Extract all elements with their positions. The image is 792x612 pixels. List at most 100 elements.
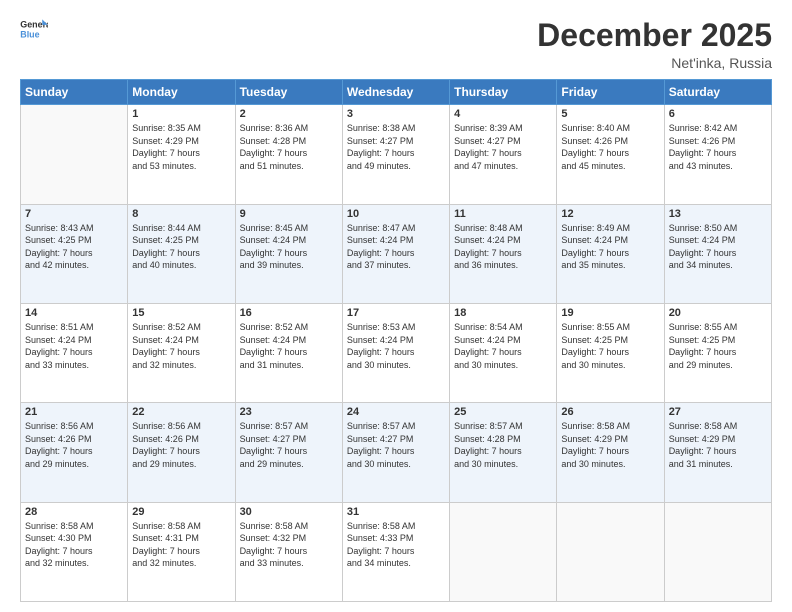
calendar-week-row: 21 Sunrise: 8:56 AM Sunset: 4:26 PM Dayli… bbox=[21, 403, 772, 502]
day-number: 13 bbox=[669, 208, 767, 220]
main-title: December 2025 bbox=[537, 18, 772, 53]
calendar-week-row: 14 Sunrise: 8:51 AM Sunset: 4:24 PM Dayli… bbox=[21, 303, 772, 402]
table-row: 23Sunrise: 8:57 AM Sunset: 4:27 PM Dayli… bbox=[235, 403, 342, 502]
col-monday: Monday bbox=[128, 80, 235, 105]
day-number: 18 bbox=[454, 307, 552, 319]
day-info: Sunrise: 8:51 AM Sunset: 4:24 PM Dayligh… bbox=[25, 321, 123, 371]
page: General Blue December 2025 Net'inka, Rus… bbox=[0, 0, 792, 612]
col-wednesday: Wednesday bbox=[342, 80, 449, 105]
top-section: General Blue December 2025 Net'inka, Rus… bbox=[20, 18, 772, 71]
day-number: 25 bbox=[454, 406, 552, 418]
col-tuesday: Tuesday bbox=[235, 80, 342, 105]
day-number: 1 bbox=[132, 108, 230, 120]
table-row: 30 Sunrise: 8:58 AM Sunset: 4:32 PM Dayli… bbox=[235, 502, 342, 601]
day-info: Sunrise: 8:55 AM Sunset: 4:25 PM Dayligh… bbox=[561, 321, 659, 371]
day-number: 16 bbox=[240, 307, 338, 319]
table-row: 15Sunrise: 8:52 AM Sunset: 4:24 PM Dayli… bbox=[128, 303, 235, 402]
day-number: 9 bbox=[240, 208, 338, 220]
table-row bbox=[450, 502, 557, 601]
table-row: 11Sunrise: 8:48 AM Sunset: 4:24 PM Dayli… bbox=[450, 204, 557, 303]
day-number: 19 bbox=[561, 307, 659, 319]
table-row: 2 Sunrise: 8:36 AM Sunset: 4:28 PM Daylig… bbox=[235, 105, 342, 204]
day-info: Sunrise: 8:57 AM Sunset: 4:27 PM Dayligh… bbox=[240, 420, 338, 470]
day-info: Sunrise: 8:58 AM Sunset: 4:33 PM Dayligh… bbox=[347, 520, 445, 570]
day-number: 12 bbox=[561, 208, 659, 220]
table-row: 1Sunrise: 8:35 AM Sunset: 4:29 PM Daylig… bbox=[128, 105, 235, 204]
col-saturday: Saturday bbox=[664, 80, 771, 105]
table-row: 16Sunrise: 8:52 AM Sunset: 4:24 PM Dayli… bbox=[235, 303, 342, 402]
col-sunday: Sunday bbox=[21, 80, 128, 105]
day-info: Sunrise: 8:42 AM Sunset: 4:26 PM Dayligh… bbox=[669, 122, 767, 172]
day-info: Sunrise: 8:53 AM Sunset: 4:24 PM Dayligh… bbox=[347, 321, 445, 371]
day-number: 10 bbox=[347, 208, 445, 220]
table-row: 29 Sunrise: 8:58 AM Sunset: 4:31 PM Dayli… bbox=[128, 502, 235, 601]
day-info: Sunrise: 8:36 AM Sunset: 4:28 PM Dayligh… bbox=[240, 122, 338, 172]
day-info: Sunrise: 8:50 AM Sunset: 4:24 PM Dayligh… bbox=[669, 222, 767, 272]
day-info: Sunrise: 8:45 AM Sunset: 4:24 PM Dayligh… bbox=[240, 222, 338, 272]
table-row: 25 Sunrise: 8:57 AM Sunset: 4:28 PM Dayli… bbox=[450, 403, 557, 502]
day-number: 14 bbox=[25, 307, 123, 319]
table-row: 8 Sunrise: 8:44 AM Sunset: 4:25 PM Daylig… bbox=[128, 204, 235, 303]
table-row: 17Sunrise: 8:53 AM Sunset: 4:24 PM Dayli… bbox=[342, 303, 449, 402]
day-number: 28 bbox=[25, 506, 123, 518]
table-row: 20 Sunrise: 8:55 AM Sunset: 4:25 PM Dayli… bbox=[664, 303, 771, 402]
logo: General Blue bbox=[20, 18, 48, 40]
calendar-header-row: Sunday Monday Tuesday Wednesday Thursday… bbox=[21, 80, 772, 105]
day-info: Sunrise: 8:47 AM Sunset: 4:24 PM Dayligh… bbox=[347, 222, 445, 272]
day-info: Sunrise: 8:56 AM Sunset: 4:26 PM Dayligh… bbox=[132, 420, 230, 470]
day-info: Sunrise: 8:58 AM Sunset: 4:30 PM Dayligh… bbox=[25, 520, 123, 570]
day-info: Sunrise: 8:58 AM Sunset: 4:29 PM Dayligh… bbox=[669, 420, 767, 470]
table-row: 27 Sunrise: 8:58 AM Sunset: 4:29 PM Dayli… bbox=[664, 403, 771, 502]
table-row bbox=[21, 105, 128, 204]
calendar-week-row: 28 Sunrise: 8:58 AM Sunset: 4:30 PM Dayli… bbox=[21, 502, 772, 601]
day-info: Sunrise: 8:57 AM Sunset: 4:27 PM Dayligh… bbox=[347, 420, 445, 470]
day-info: Sunrise: 8:38 AM Sunset: 4:27 PM Dayligh… bbox=[347, 122, 445, 172]
day-number: 4 bbox=[454, 108, 552, 120]
day-number: 11 bbox=[454, 208, 552, 220]
table-row: 3 Sunrise: 8:38 AM Sunset: 4:27 PM Daylig… bbox=[342, 105, 449, 204]
table-row: 28 Sunrise: 8:58 AM Sunset: 4:30 PM Dayli… bbox=[21, 502, 128, 601]
table-row: 24 Sunrise: 8:57 AM Sunset: 4:27 PM Dayli… bbox=[342, 403, 449, 502]
day-number: 20 bbox=[669, 307, 767, 319]
table-row: 31 Sunrise: 8:58 AM Sunset: 4:33 PM Dayli… bbox=[342, 502, 449, 601]
col-friday: Friday bbox=[557, 80, 664, 105]
table-row: 5Sunrise: 8:40 AM Sunset: 4:26 PM Daylig… bbox=[557, 105, 664, 204]
svg-text:Blue: Blue bbox=[20, 29, 39, 39]
day-number: 29 bbox=[132, 506, 230, 518]
table-row: 14 Sunrise: 8:51 AM Sunset: 4:24 PM Dayli… bbox=[21, 303, 128, 402]
day-number: 6 bbox=[669, 108, 767, 120]
day-info: Sunrise: 8:57 AM Sunset: 4:28 PM Dayligh… bbox=[454, 420, 552, 470]
day-info: Sunrise: 8:58 AM Sunset: 4:32 PM Dayligh… bbox=[240, 520, 338, 570]
day-number: 26 bbox=[561, 406, 659, 418]
table-row: 18Sunrise: 8:54 AM Sunset: 4:24 PM Dayli… bbox=[450, 303, 557, 402]
table-row: 7Sunrise: 8:43 AM Sunset: 4:25 PM Daylig… bbox=[21, 204, 128, 303]
table-row: 12 Sunrise: 8:49 AM Sunset: 4:24 PM Dayli… bbox=[557, 204, 664, 303]
table-row: 9 Sunrise: 8:45 AM Sunset: 4:24 PM Daylig… bbox=[235, 204, 342, 303]
day-number: 27 bbox=[669, 406, 767, 418]
day-number: 22 bbox=[132, 406, 230, 418]
day-number: 3 bbox=[347, 108, 445, 120]
day-number: 31 bbox=[347, 506, 445, 518]
logo-icon: General Blue bbox=[20, 18, 48, 40]
day-info: Sunrise: 8:49 AM Sunset: 4:24 PM Dayligh… bbox=[561, 222, 659, 272]
day-info: Sunrise: 8:55 AM Sunset: 4:25 PM Dayligh… bbox=[669, 321, 767, 371]
table-row: 21 Sunrise: 8:56 AM Sunset: 4:26 PM Dayli… bbox=[21, 403, 128, 502]
calendar-week-row: 7Sunrise: 8:43 AM Sunset: 4:25 PM Daylig… bbox=[21, 204, 772, 303]
day-info: Sunrise: 8:58 AM Sunset: 4:31 PM Dayligh… bbox=[132, 520, 230, 570]
table-row: 26Sunrise: 8:58 AM Sunset: 4:29 PM Dayli… bbox=[557, 403, 664, 502]
col-thursday: Thursday bbox=[450, 80, 557, 105]
table-row: 10 Sunrise: 8:47 AM Sunset: 4:24 PM Dayli… bbox=[342, 204, 449, 303]
day-number: 21 bbox=[25, 406, 123, 418]
day-number: 30 bbox=[240, 506, 338, 518]
day-info: Sunrise: 8:44 AM Sunset: 4:25 PM Dayligh… bbox=[132, 222, 230, 272]
day-number: 15 bbox=[132, 307, 230, 319]
table-row: 4Sunrise: 8:39 AM Sunset: 4:27 PM Daylig… bbox=[450, 105, 557, 204]
day-info: Sunrise: 8:56 AM Sunset: 4:26 PM Dayligh… bbox=[25, 420, 123, 470]
day-number: 24 bbox=[347, 406, 445, 418]
day-number: 8 bbox=[132, 208, 230, 220]
table-row: 22 Sunrise: 8:56 AM Sunset: 4:26 PM Dayli… bbox=[128, 403, 235, 502]
title-section: December 2025 Net'inka, Russia bbox=[537, 18, 772, 71]
table-row bbox=[664, 502, 771, 601]
day-number: 2 bbox=[240, 108, 338, 120]
day-number: 5 bbox=[561, 108, 659, 120]
